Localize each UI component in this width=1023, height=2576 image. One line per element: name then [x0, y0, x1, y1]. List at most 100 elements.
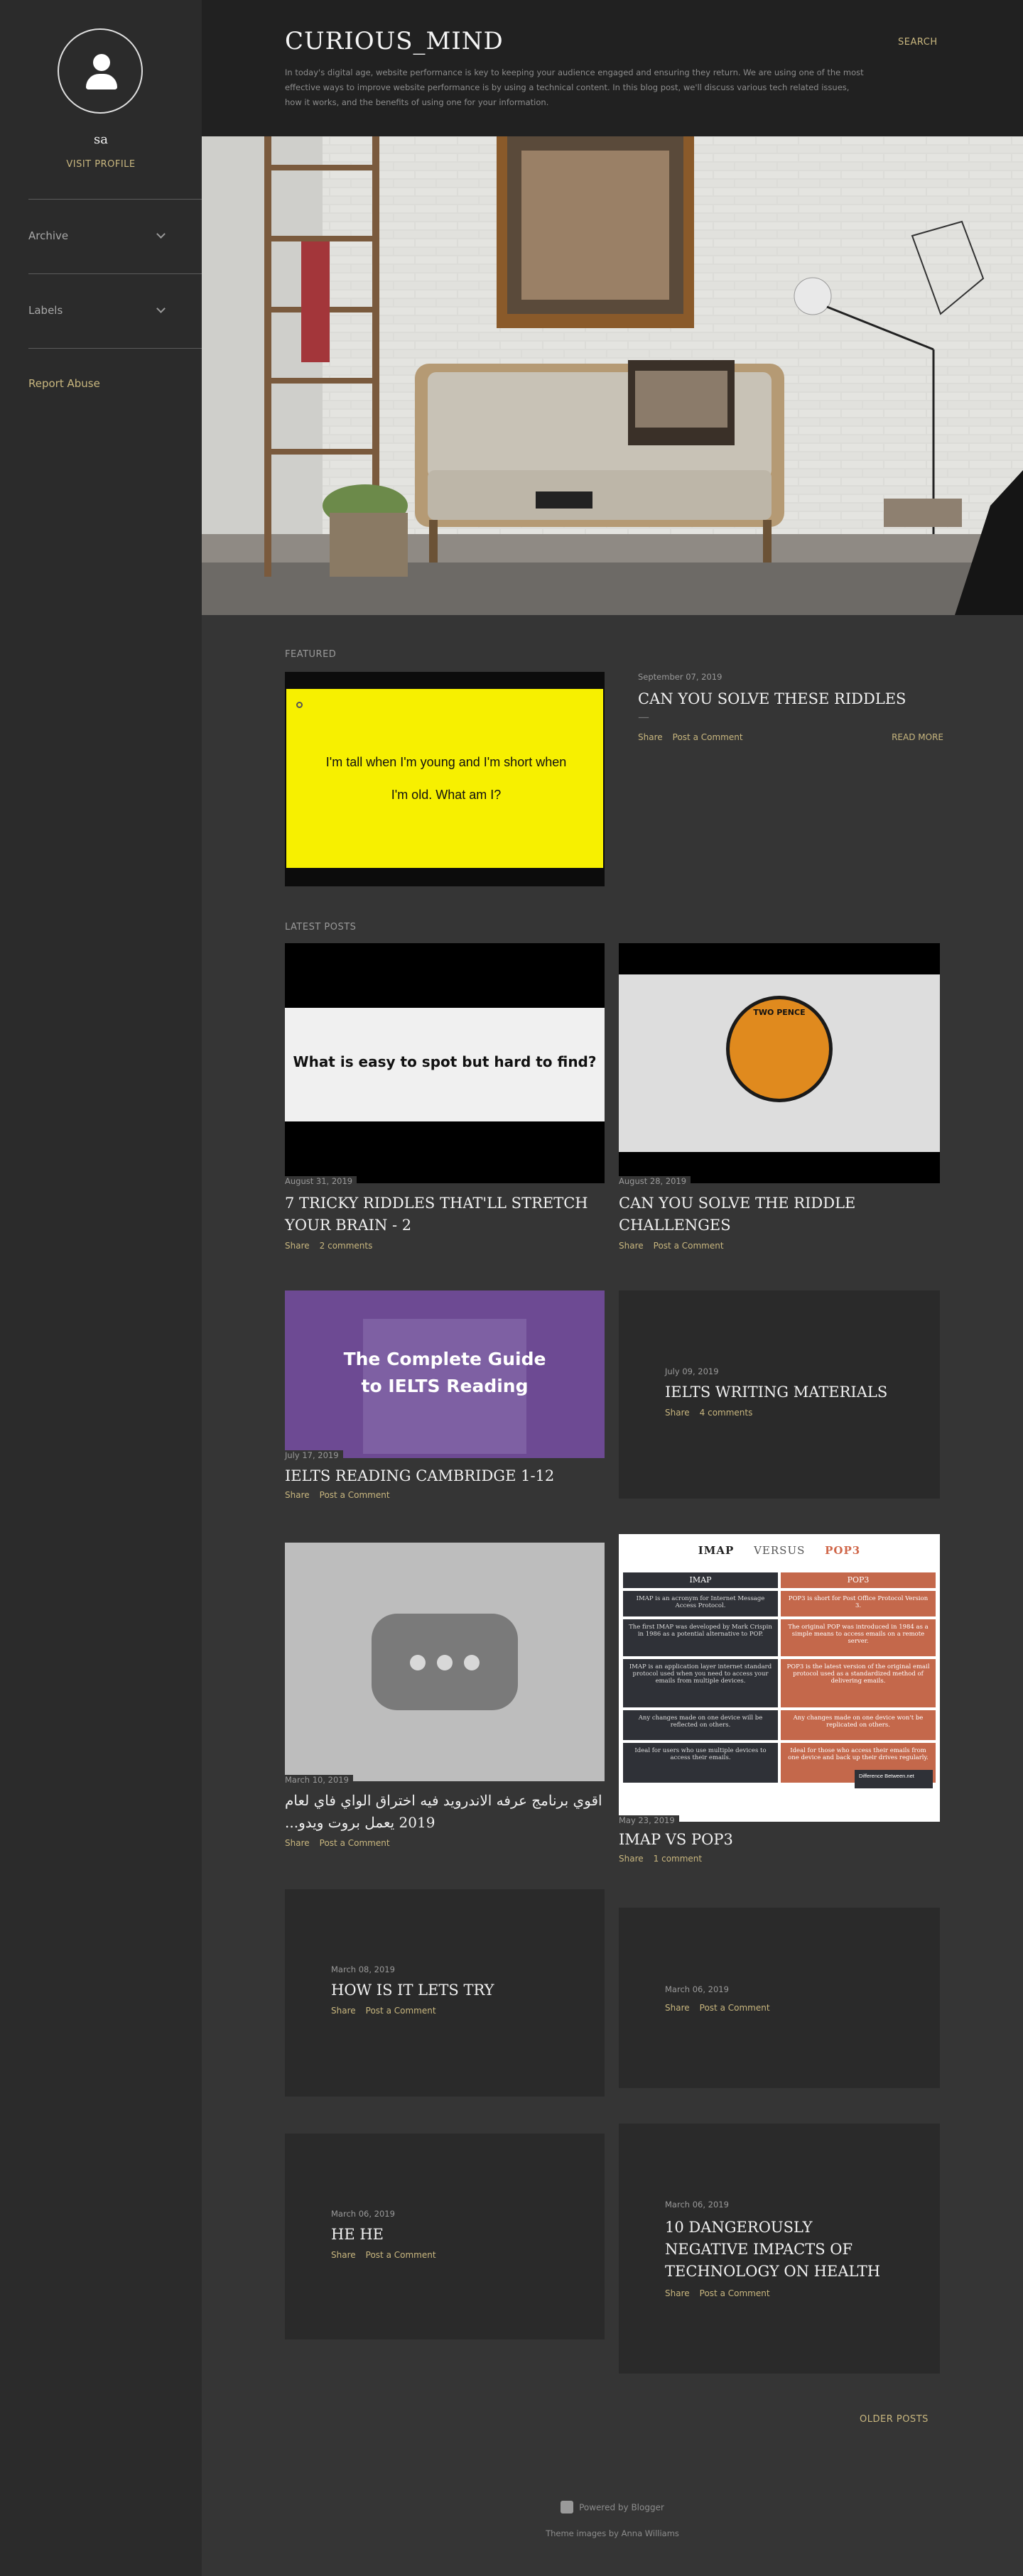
post-title[interactable]: CAN YOU SOLVE THESE RIDDLES — [638, 690, 943, 707]
comment-link[interactable]: Post a Comment — [320, 1838, 390, 1848]
post-date: March 06, 2019 — [665, 2200, 729, 2210]
comment-link[interactable]: Post a Comment — [673, 732, 743, 742]
hero-image — [202, 136, 1023, 615]
visit-profile-link[interactable]: VISIT PROFILE — [0, 159, 202, 170]
share-link[interactable]: Share — [331, 2250, 356, 2260]
post-date: March 06, 2019 — [665, 1984, 729, 1994]
featured-section-label: FEATURED — [285, 649, 337, 660]
comment-link[interactable]: Post a Comment — [654, 1241, 724, 1251]
post-card: May 23, 2019 IMAP VS POP3 Share 1 comment — [619, 1813, 940, 1864]
post-card: March 10, 2019 اقوي برنامج عرفه الاندروي… — [285, 1772, 605, 1848]
post-card[interactable]: March 06, 2019 10 DANGEROUSLY NEGATIVE I… — [619, 2124, 940, 2374]
share-link[interactable]: Share — [665, 2288, 690, 2298]
post-date: March 10, 2019 — [285, 1775, 353, 1785]
table-cell-text: Ideal for those who access their emails … — [788, 1747, 929, 1761]
post-meta: Share 4 comments — [665, 1408, 899, 1418]
table-heading: IMAP VERSUS POP3 — [619, 1544, 940, 1557]
post-card[interactable]: March 06, 2019 HE HE Share Post a Comment — [285, 2134, 605, 2339]
post-title[interactable]: IMAP VS POP3 — [619, 1829, 940, 1851]
post-title[interactable]: 10 DANGEROUSLY NEGATIVE IMPACTS OF TECHN… — [665, 2217, 899, 2283]
comment-link[interactable]: 1 comment — [654, 1854, 702, 1864]
share-link[interactable]: Share — [285, 1490, 310, 1500]
share-link[interactable]: Share — [619, 1854, 644, 1864]
profile-name: sa — [94, 132, 108, 147]
search-button[interactable]: SEARCH — [898, 37, 938, 48]
share-link[interactable]: Share — [665, 2003, 690, 2013]
comment-link[interactable]: Post a Comment — [320, 1490, 390, 1500]
post-image-text: The Complete Guide to IELTS Reading — [343, 1349, 546, 1396]
post-title[interactable]: 7 TRICKY RIDDLES THAT'LL STRETCH YOUR BR… — [285, 1192, 605, 1237]
table-cell: Any changes made on one device won't be … — [781, 1710, 936, 1740]
post-date: May 23, 2019 — [619, 1815, 679, 1825]
post-meta: Share Post a Comment — [285, 1838, 605, 1848]
share-link[interactable]: Share — [285, 1838, 310, 1848]
post-image[interactable] — [285, 1543, 605, 1781]
featured-image[interactable]: I'm tall when I'm young and I'm short wh… — [285, 672, 605, 886]
share-link[interactable]: Share — [619, 1241, 644, 1251]
share-link[interactable]: Share — [285, 1241, 310, 1251]
featured-post: September 07, 2019 CAN YOU SOLVE THESE R… — [638, 672, 943, 742]
read-more-link[interactable]: READ MORE — [892, 732, 943, 742]
post-meta: Share 2 comments — [285, 1241, 605, 1251]
sidebar: sa VISIT PROFILE Archive Labels Report A… — [0, 0, 202, 2576]
post-image[interactable]: The Complete Guide to IELTS Reading — [285, 1290, 605, 1458]
post-meta: Share Post a Comment — [285, 1490, 605, 1500]
comment-link[interactable]: Post a Comment — [366, 2006, 436, 2016]
theme-credit: Theme images by Anna Williams — [546, 2528, 679, 2538]
post-title[interactable]: اقوي برنامج عرفه الاندرويد فيه اختراق ال… — [285, 1790, 605, 1834]
divider — [28, 199, 202, 200]
share-link[interactable]: Share — [638, 732, 663, 742]
blogger-icon[interactable] — [561, 2501, 574, 2513]
table-cell: The original POP was introduced in 1984 … — [781, 1619, 936, 1656]
latest-section-label: LATEST POSTS — [285, 922, 357, 933]
powered-by-text[interactable]: Powered by Blogger — [579, 2503, 664, 2513]
heading-left: IMAP — [698, 1544, 735, 1557]
featured-image-text: I'm tall when I'm young and I'm short wh… — [325, 755, 567, 802]
share-link[interactable]: Share — [331, 2006, 356, 2016]
report-abuse-link[interactable]: Report Abuse — [28, 377, 100, 390]
header: CURIOUS_MIND In today's digital age, web… — [202, 0, 1023, 136]
post-title[interactable]: HOW IS IT LETS TRY — [331, 1982, 565, 1999]
blog-description: In today's digital age, website performa… — [285, 67, 864, 107]
post-meta: Share 1 comment — [619, 1854, 940, 1864]
table-cell: POP3 is short for Post Office Protocol V… — [781, 1591, 936, 1616]
table-cell: The first IMAP was developed by Mark Cri… — [623, 1619, 778, 1656]
archive-toggle[interactable]: Archive — [28, 229, 170, 242]
post-date: July 17, 2019 — [285, 1450, 343, 1460]
brand-logo: Difference Between.net — [855, 1770, 933, 1788]
post-image[interactable]: What is easy to spot but hard to find? — [285, 943, 605, 1183]
ellipsis-text: — — [638, 710, 649, 724]
post-meta: Share Post a Comment — [331, 2006, 565, 2016]
comment-link[interactable]: Post a Comment — [700, 2288, 770, 2298]
post-title[interactable]: HE HE — [331, 2226, 565, 2243]
avatar-icon[interactable] — [58, 28, 143, 114]
comment-link[interactable]: 4 comments — [700, 1408, 753, 1418]
comment-link[interactable]: Post a Comment — [366, 2250, 436, 2260]
coin-text: TWO PENCE — [753, 1008, 806, 1017]
post-card[interactable]: July 09, 2019 IELTS WRITING MATERIALS Sh… — [619, 1290, 940, 1499]
blog-title[interactable]: CURIOUS_MIND — [285, 27, 504, 55]
share-link[interactable]: Share — [665, 1408, 690, 1418]
post-meta: Share Post a Comment READ MORE — [638, 732, 943, 742]
post-date: March 08, 2019 — [331, 1964, 395, 1974]
post-card: August 31, 2019 7 TRICKY RIDDLES THAT'LL… — [285, 1173, 605, 1251]
post-title[interactable]: IELTS READING CAMBRIDGE 1-12 — [285, 1465, 605, 1487]
post-date: March 06, 2019 — [331, 2209, 395, 2219]
comment-link[interactable]: 2 comments — [320, 1241, 373, 1251]
labels-toggle[interactable]: Labels — [28, 304, 170, 317]
post-image[interactable]: IMAP VERSUS POP3 IMAP POP3 IMAP is an ac… — [619, 1534, 940, 1822]
post-meta: Share Post a Comment — [665, 2288, 899, 2298]
table-cell: IMAP is an application layer internet st… — [623, 1659, 778, 1707]
post-card: August 28, 2019 CAN YOU SOLVE THE RIDDLE… — [619, 1173, 940, 1251]
comment-link[interactable]: Post a Comment — [700, 2003, 770, 2013]
post-card[interactable]: March 06, 2019 Share Post a Comment — [619, 1908, 940, 2088]
post-title[interactable]: CAN YOU SOLVE THE RIDDLE CHALLENGES — [619, 1192, 940, 1237]
heading-mid: VERSUS — [754, 1544, 806, 1557]
post-card[interactable]: March 08, 2019 HOW IS IT LETS TRY Share P… — [285, 1889, 605, 2097]
post-image[interactable]: TWO PENCE — [619, 943, 940, 1183]
table-cell: IMAP is an acronym for Internet Message … — [623, 1591, 778, 1616]
post-card: July 17, 2019 IELTS READING CAMBRIDGE 1-… — [285, 1447, 605, 1500]
older-posts-link[interactable]: OLDER POSTS — [860, 2414, 929, 2425]
post-date: July 09, 2019 — [665, 1366, 719, 1376]
post-title[interactable]: IELTS WRITING MATERIALS — [665, 1384, 899, 1401]
